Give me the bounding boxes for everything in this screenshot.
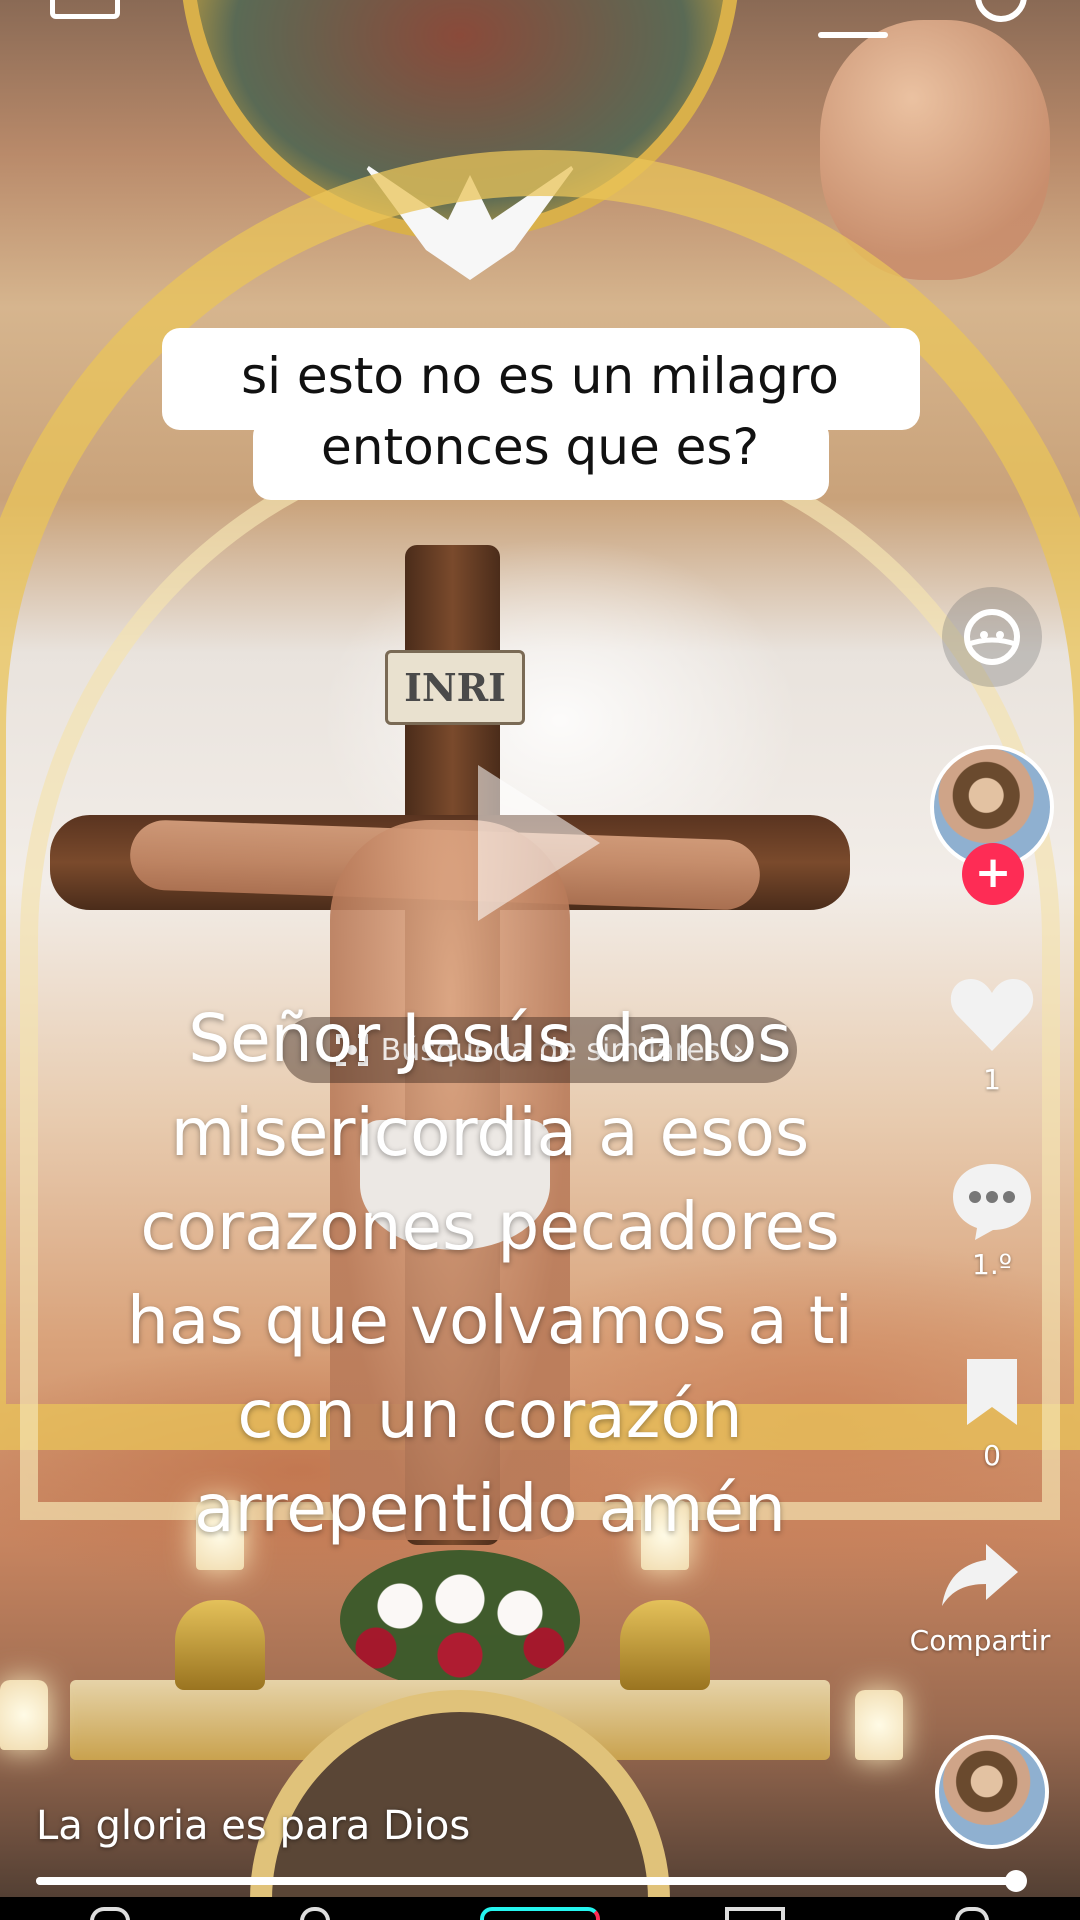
caption-line-1: si esto no es un milagro	[241, 347, 839, 405]
share-button[interactable]: Compartir	[895, 1540, 1065, 1657]
comment-count: 1.º	[972, 1248, 1012, 1281]
top-left-icon[interactable]	[50, 0, 120, 19]
create-button[interactable]	[480, 1907, 600, 1920]
friends-icon[interactable]	[300, 1907, 330, 1920]
follow-plus-button[interactable]: +	[962, 843, 1024, 905]
video-overlay-text: Señor Jesús danos misericordia a esos co…	[127, 1000, 853, 1547]
bookmark-icon	[967, 1359, 1017, 1425]
progress-bar[interactable]	[36, 1870, 1028, 1892]
search-icon[interactable]	[975, 0, 1027, 22]
progress-fill	[36, 1877, 1017, 1885]
profile-icon[interactable]	[955, 1907, 989, 1920]
author-name[interactable]: La gloria es para Dios	[36, 1803, 470, 1849]
smile-face-icon	[964, 609, 1020, 665]
heart-icon	[950, 979, 1034, 1051]
like-button[interactable]: 1	[940, 975, 1044, 1096]
top-menu-icon[interactable]	[818, 32, 888, 38]
caption-line-2: entonces que es?	[321, 418, 759, 476]
play-icon[interactable]	[478, 765, 600, 921]
share-label: Compartir	[909, 1624, 1051, 1657]
share-arrow-icon	[942, 1544, 1018, 1606]
like-count: 1	[983, 1063, 1001, 1096]
progress-knob[interactable]	[1005, 1870, 1028, 1892]
video-frame-cherub	[820, 20, 1050, 280]
comment-button[interactable]: 1.º	[940, 1160, 1044, 1281]
video-frame-flowers	[340, 1550, 580, 1690]
video-frame-inri-sign: INRI	[385, 650, 525, 725]
comment-icon	[953, 1164, 1031, 1240]
video-frame-candle-base	[175, 1600, 265, 1690]
video-frame-candle-base	[620, 1600, 710, 1690]
save-button[interactable]: 0	[940, 1355, 1044, 1472]
bottom-nav-bar	[0, 1897, 1080, 1920]
save-count: 0	[983, 1439, 1001, 1472]
video-frame-candle	[855, 1690, 903, 1760]
inbox-icon[interactable]	[725, 1907, 785, 1920]
video-frame-candle	[0, 1680, 48, 1750]
video-screen[interactable]: INRI si esto no es un milagro entonces q…	[0, 0, 1080, 1920]
home-icon[interactable]	[90, 1907, 130, 1920]
effect-filter-button[interactable]	[942, 587, 1042, 687]
music-disc-avatar[interactable]	[935, 1735, 1049, 1849]
